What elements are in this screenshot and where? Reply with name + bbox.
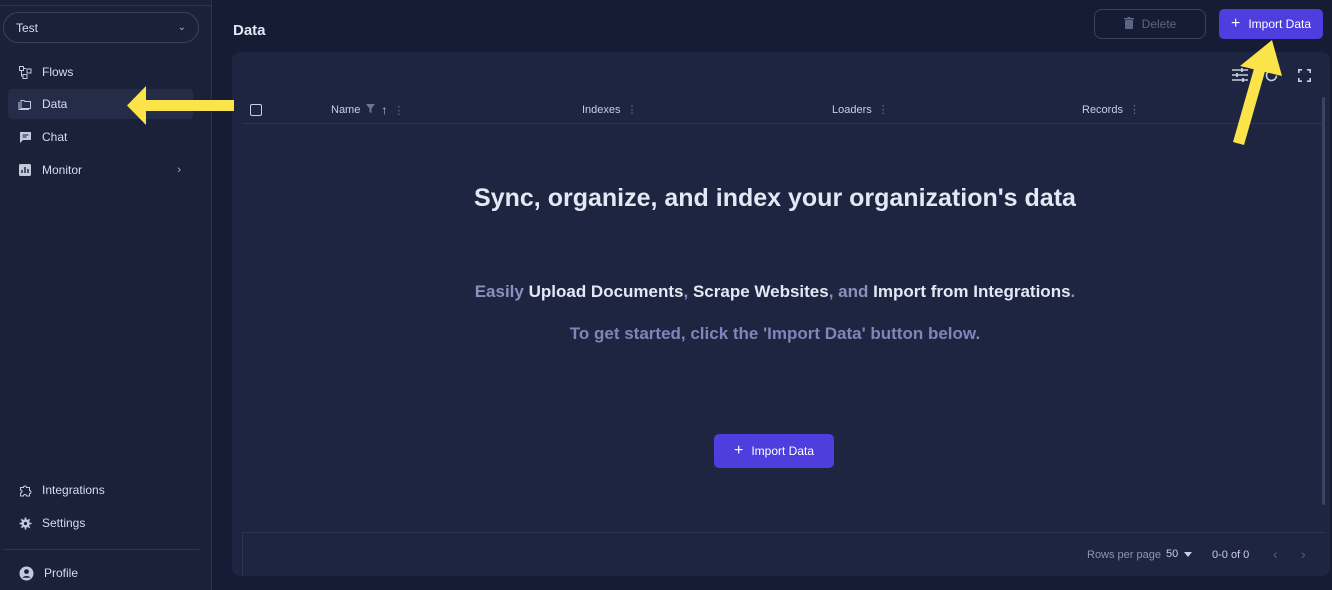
chevron-down-icon: ⌄: [177, 22, 186, 33]
sidebar-item-label: Integrations: [42, 483, 105, 497]
sidebar-item-settings[interactable]: Settings: [8, 508, 193, 538]
column-label: Records: [1082, 103, 1123, 116]
chat-icon: [18, 130, 32, 144]
user-icon: [18, 565, 34, 581]
plus-icon: +: [733, 442, 744, 459]
next-page-icon[interactable]: ›: [1301, 546, 1306, 562]
plus-icon: +: [1230, 15, 1241, 32]
filter-icon[interactable]: [366, 104, 376, 116]
monitor-chart-icon: [18, 163, 32, 177]
import-data-label: Import Data: [1248, 17, 1312, 31]
column-label: Indexes: [582, 103, 621, 116]
empty-state-title: Sync, organize, and index your organizat…: [474, 184, 1076, 212]
page-title: Data: [233, 22, 266, 39]
fullscreen-icon[interactable]: [1295, 66, 1313, 84]
import-data-button[interactable]: + Import Data: [1219, 9, 1323, 39]
text-scrape-websites: Scrape Websites: [692, 282, 829, 301]
sidebar-item-label: Profile: [44, 566, 79, 580]
caret-down-icon: [1184, 548, 1193, 560]
column-header-records[interactable]: Records ⋮: [1082, 103, 1140, 117]
column-menu-icon[interactable]: ⋮: [627, 103, 638, 116]
text-import-integrations: Import from Integrations: [873, 282, 1071, 301]
vertical-scrollbar[interactable]: [1322, 97, 1325, 505]
data-panel: [232, 52, 1330, 576]
empty-state-instruction: To get started, click the 'Import Data' …: [569, 324, 981, 343]
refresh-icon[interactable]: [1262, 66, 1280, 84]
column-label: Name: [331, 104, 361, 116]
rows-per-page-select[interactable]: 50: [1166, 548, 1193, 560]
flows-icon: [18, 65, 32, 79]
import-data-button-center[interactable]: + Import Data: [714, 434, 834, 468]
tune-icon[interactable]: [1231, 66, 1249, 84]
sidebar-item-chat[interactable]: Chat: [8, 122, 193, 152]
gear-icon: [18, 516, 32, 530]
delete-button[interactable]: Delete: [1094, 9, 1206, 39]
select-all-checkbox[interactable]: [250, 104, 262, 116]
sidebar-top-divider: [0, 5, 212, 6]
column-header-loaders[interactable]: Loaders ⋮: [832, 103, 889, 117]
sidebar-item-data[interactable]: Data: [8, 89, 193, 119]
data-folders-icon: [18, 97, 32, 111]
sidebar-item-label: Settings: [42, 516, 86, 530]
sidebar-item-label: Data: [42, 97, 68, 111]
text-upload-documents: Upload Documents: [528, 282, 684, 301]
column-menu-icon[interactable]: ⋮: [878, 103, 889, 116]
puzzle-icon: [18, 483, 32, 497]
column-label: Loaders: [832, 103, 872, 116]
rows-per-page-label: Rows per page: [1087, 549, 1161, 561]
text-period: .: [1070, 282, 1076, 301]
sidebar-item-label: Chat: [42, 130, 68, 144]
sidebar-item-monitor[interactable]: Monitor ›: [8, 155, 193, 185]
text-and: , and: [828, 282, 869, 301]
trash-icon: [1123, 16, 1134, 32]
sort-ascending-icon[interactable]: ↑: [381, 103, 387, 117]
sidebar-item-label: Monitor: [42, 163, 83, 177]
pagination-range: 0-0 of 0: [1212, 549, 1250, 561]
chevron-right-icon: ›: [177, 164, 181, 176]
table-header: [242, 96, 1322, 124]
sidebar-item-flows[interactable]: Flows: [8, 57, 193, 87]
delete-label: Delete: [1141, 17, 1177, 31]
previous-page-icon[interactable]: ‹: [1273, 546, 1278, 562]
sidebar-divider: [3, 549, 199, 550]
sidebar-item-integrations[interactable]: Integrations: [8, 475, 193, 505]
column-menu-icon[interactable]: ⋮: [393, 104, 404, 117]
workspace-name: Test: [16, 20, 39, 35]
sidebar-item-profile[interactable]: Profile: [8, 558, 193, 588]
column-header-indexes[interactable]: Indexes ⋮: [582, 103, 638, 117]
text-easily: Easily: [474, 282, 524, 301]
column-header-name[interactable]: Name ↑ ⋮: [331, 103, 404, 117]
workspace-select[interactable]: Test ⌄: [3, 12, 199, 43]
sidebar-item-label: Flows: [42, 65, 74, 79]
empty-state-description: Easily Upload Documents, Scrape Websites…: [232, 282, 1318, 302]
column-menu-icon[interactable]: ⋮: [1129, 103, 1140, 116]
table-footer: [242, 532, 1326, 576]
import-data-label: Import Data: [751, 444, 815, 458]
sidebar: Test ⌄ Flows Data Chat Monitor › Integra…: [0, 0, 212, 590]
text-comma: ,: [683, 282, 689, 301]
rows-per-page-value: 50: [1166, 548, 1179, 560]
